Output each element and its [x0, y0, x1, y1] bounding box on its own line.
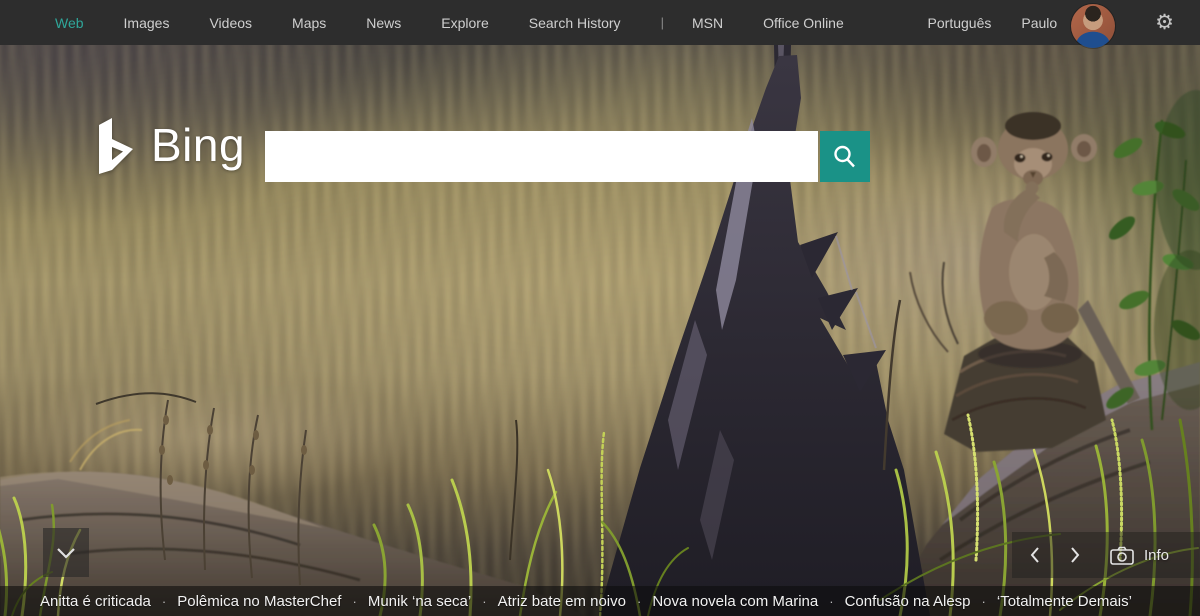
- nav-divider: |: [660, 15, 664, 30]
- bing-wordmark: Bing: [151, 119, 246, 171]
- news-separator: ·: [829, 593, 834, 609]
- scroll-down-button[interactable]: [43, 528, 89, 577]
- nav-web[interactable]: Web: [55, 15, 84, 31]
- settings-gear-icon[interactable]: ⚙: [1155, 12, 1174, 33]
- nav-office-online[interactable]: Office Online: [763, 15, 844, 31]
- search-form: [265, 131, 870, 182]
- nav-explore[interactable]: Explore: [441, 15, 488, 31]
- news-item[interactable]: Munik ‘na seca’: [368, 593, 471, 610]
- chevron-right-icon: [1071, 547, 1080, 563]
- background-photo: [0, 0, 1200, 616]
- nav-right: Português Paulo ⚙: [928, 1, 1200, 48]
- top-navigation: Web Images Videos Maps News Explore Sear…: [0, 0, 1200, 48]
- nav-left: Web Images Videos Maps News Explore Sear…: [0, 15, 884, 31]
- camera-icon: [1110, 546, 1134, 565]
- language-selector[interactable]: Português: [928, 15, 992, 31]
- news-separator: ·: [161, 593, 167, 609]
- news-separator: ·: [981, 593, 986, 609]
- chevron-left-icon: [1030, 547, 1039, 563]
- nav-news[interactable]: News: [366, 15, 401, 31]
- news-separator: ·: [482, 593, 487, 609]
- photo-illustration: [0, 45, 1200, 616]
- trending-news-bar: Anitta é criticada · Polêmica no MasterC…: [0, 586, 1200, 616]
- monkey: [971, 112, 1097, 368]
- user-avatar[interactable]: [1071, 3, 1116, 48]
- news-item[interactable]: ‘Totalmente Demais’: [997, 593, 1132, 610]
- nav-images[interactable]: Images: [124, 15, 170, 31]
- image-info-link[interactable]: Info: [1144, 547, 1169, 564]
- next-image-button[interactable]: [1064, 541, 1086, 569]
- nav-videos[interactable]: Videos: [209, 15, 252, 31]
- news-item[interactable]: Nova novela com Marina: [652, 593, 818, 610]
- nav-search-history[interactable]: Search History: [529, 15, 621, 31]
- username-link[interactable]: Paulo: [1021, 15, 1057, 31]
- bing-logo: Bing: [95, 118, 245, 174]
- news-separator: ·: [352, 593, 357, 609]
- bing-homepage: Web Images Videos Maps News Explore Sear…: [0, 0, 1200, 616]
- news-item[interactable]: Anitta é criticada: [40, 593, 151, 610]
- image-controls: Info: [1012, 532, 1200, 578]
- search-input[interactable]: [265, 131, 818, 182]
- chevron-down-icon: [57, 547, 75, 559]
- bing-logo-icon: [99, 118, 133, 174]
- nav-msn[interactable]: MSN: [692, 15, 723, 31]
- search-button[interactable]: [820, 131, 870, 182]
- nav-maps[interactable]: Maps: [292, 15, 326, 31]
- news-item[interactable]: Atriz bate em noivo: [498, 593, 626, 610]
- magnifier-icon: [834, 145, 855, 167]
- news-separator: ·: [636, 593, 642, 609]
- news-item[interactable]: Confusão na Alesp: [845, 593, 971, 610]
- news-item[interactable]: Polêmica no MasterChef: [177, 593, 341, 610]
- previous-image-button[interactable]: [1024, 541, 1046, 569]
